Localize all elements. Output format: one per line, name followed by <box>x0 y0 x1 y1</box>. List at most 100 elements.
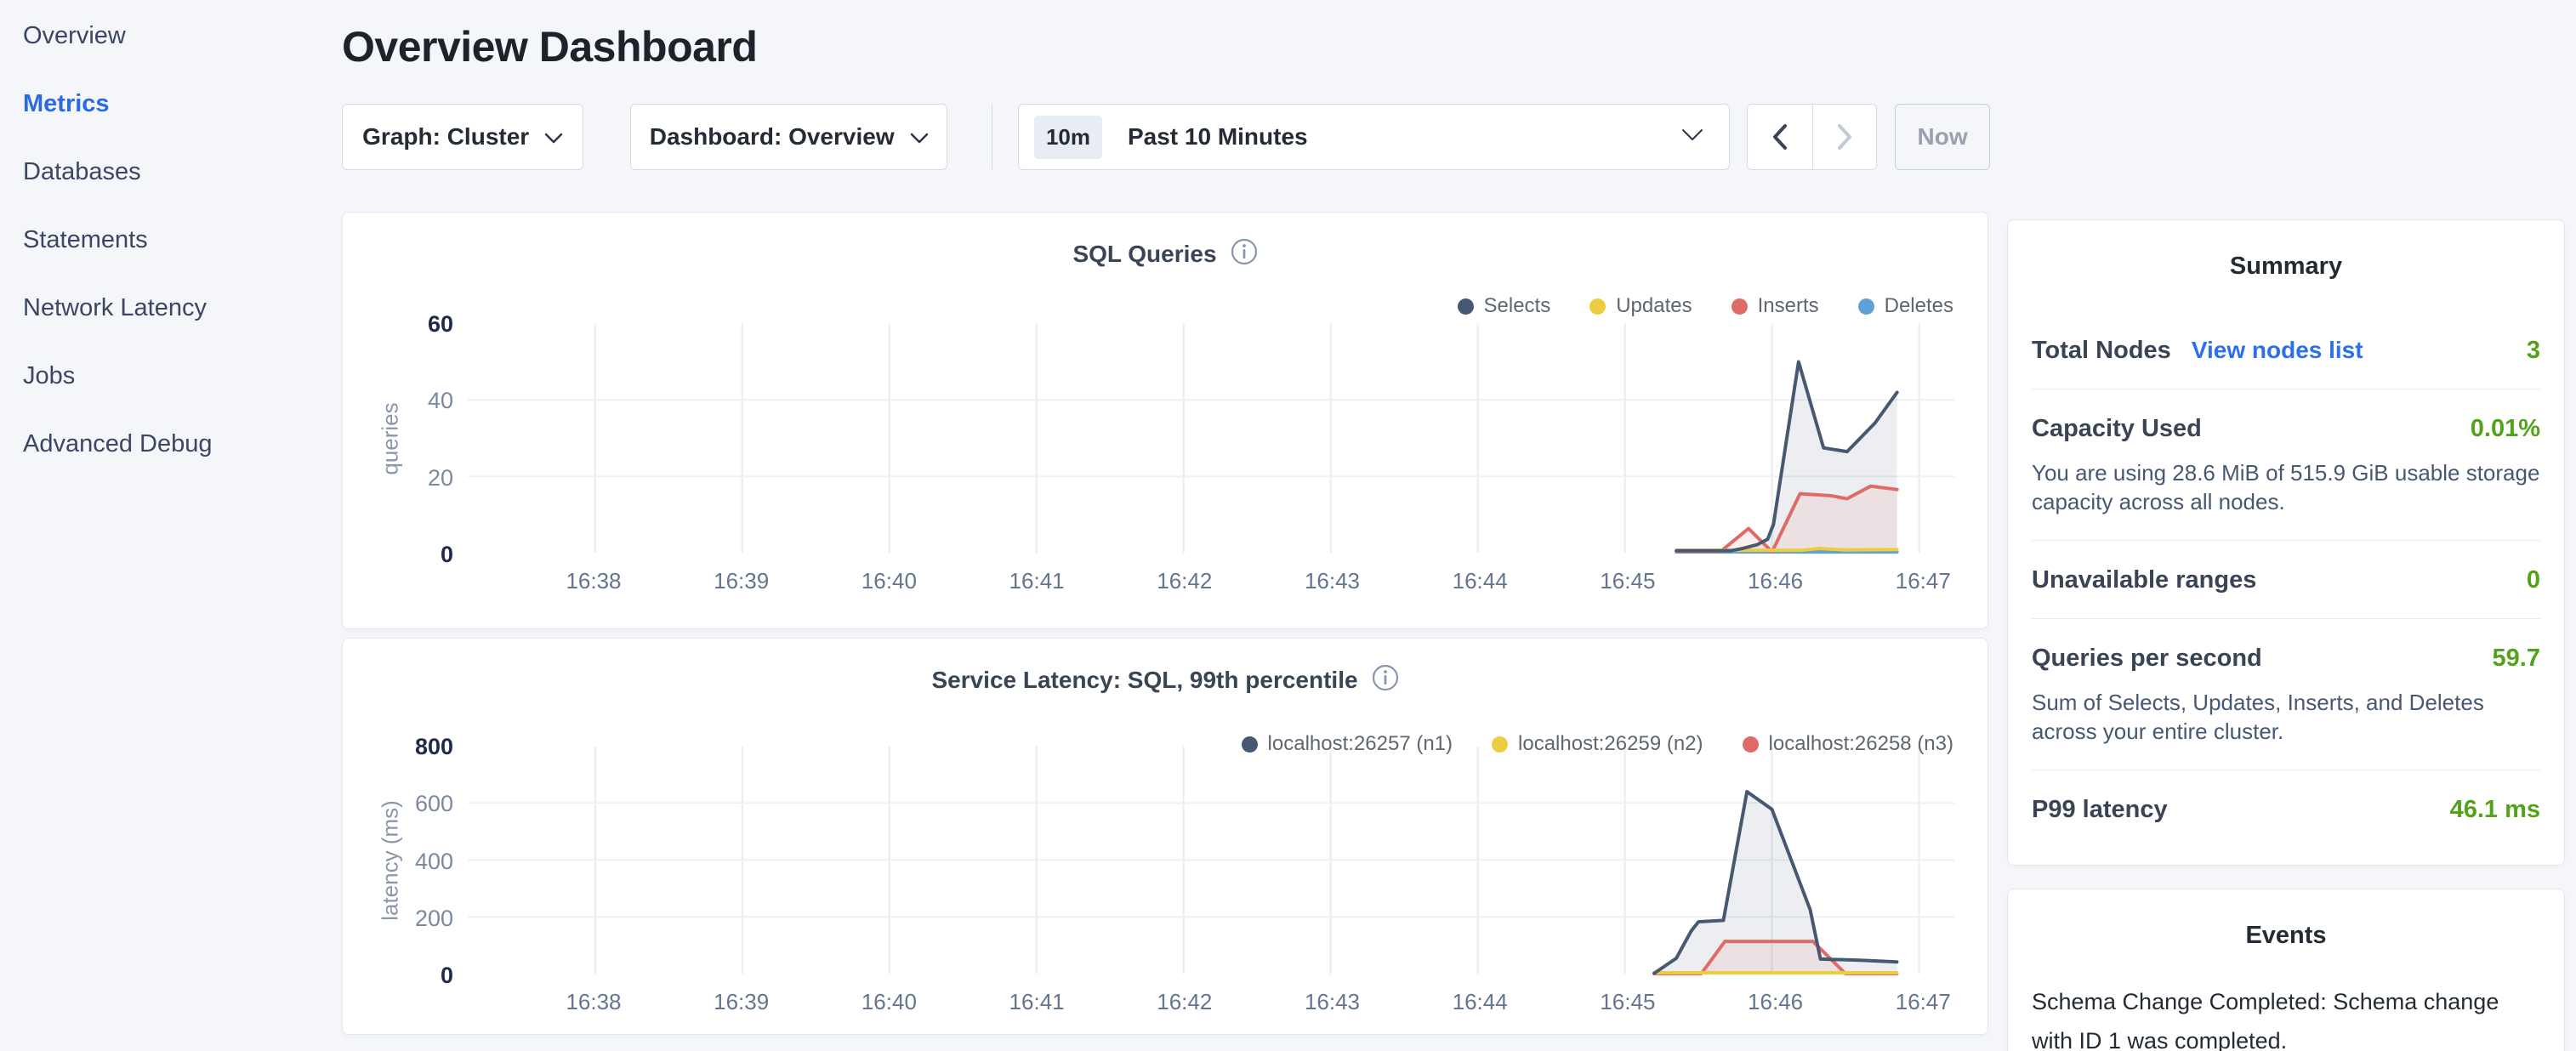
capacity-used-label: Capacity Used <box>2032 415 2202 443</box>
legend-label: Deletes <box>1885 294 1953 318</box>
x-axis-tick: 16:40 <box>821 989 957 1015</box>
page-title: Overview Dashboard <box>342 22 1990 71</box>
x-axis-tick: 16:43 <box>1265 989 1401 1015</box>
service-latency-chart-card: Service Latency: SQL, 99th percentile lo… <box>342 638 1988 1035</box>
sidebar-item-advanced-debug[interactable]: Advanced Debug <box>23 425 340 493</box>
legend-label: localhost:26259 (n2) <box>1518 732 1703 756</box>
x-axis-tick: 16:41 <box>969 989 1105 1015</box>
events-panel: Events Schema Change Completed: Schema c… <box>2007 889 2565 1051</box>
x-axis-tick: 16:39 <box>674 568 810 594</box>
p99-latency-value: 46.1 ms <box>2450 796 2540 824</box>
p99-latency-label: P99 latency <box>2032 796 2168 824</box>
x-axis-tick: 16:44 <box>1412 568 1548 594</box>
y-axis-tick: 20 <box>377 465 453 491</box>
queries-per-second-value: 59.7 <box>2493 645 2540 673</box>
sql-queries-plot[interactable] <box>343 213 1987 628</box>
sidebar-item-overview[interactable]: Overview <box>23 17 340 85</box>
sidebar-item-jobs[interactable]: Jobs <box>23 357 340 425</box>
dashboard-dropdown[interactable]: Dashboard: Overview <box>630 104 947 170</box>
legend-label: localhost:26258 (n3) <box>1769 732 1953 756</box>
right-sidebar: Summary Total Nodes View nodes list 3 Ca… <box>2007 0 2565 1051</box>
capacity-used-value: 0.01% <box>2471 415 2540 443</box>
legend-item-inserts[interactable]: Inserts <box>1732 294 1819 318</box>
queries-per-second-desc: Sum of Selects, Updates, Inserts, and De… <box>2032 688 2540 746</box>
x-axis-tick: 16:47 <box>1855 989 1991 1015</box>
unavailable-ranges-value: 0 <box>2527 566 2540 594</box>
summary-row-capacity-used: Capacity Used 0.01% You are using 28.6 M… <box>2032 389 2540 541</box>
legend-item-deletes[interactable]: Deletes <box>1858 294 1953 318</box>
y-axis-tick: 400 <box>377 849 453 875</box>
toolbar: Graph: Cluster Dashboard: Overview 10m P… <box>340 104 1990 170</box>
summary-row-p99-latency: P99 latency 46.1 ms <box>2032 770 2540 848</box>
legend-dot-icon <box>1492 736 1508 753</box>
graph-dropdown[interactable]: Graph: Cluster <box>342 104 583 170</box>
sidebar-item-network-latency[interactable]: Network Latency <box>23 289 340 357</box>
chevron-right-icon <box>1835 122 1854 151</box>
chevron-down-icon <box>910 123 929 151</box>
x-axis-tick: 16:44 <box>1412 989 1548 1015</box>
unavailable-ranges-label: Unavailable ranges <box>2032 566 2256 594</box>
x-axis-tick: 16:42 <box>1117 989 1253 1015</box>
sidebar-item-databases[interactable]: Databases <box>23 153 340 221</box>
x-axis-tick: 16:38 <box>526 568 662 594</box>
service-latency-plot[interactable] <box>343 639 1987 1034</box>
y-axis-tick: 200 <box>377 906 453 932</box>
main-content: Overview Dashboard Graph: Cluster Dashbo… <box>340 0 1990 1035</box>
chevron-down-icon <box>1681 128 1703 146</box>
summary-row-queries-per-second: Queries per second 59.7 Sum of Selects, … <box>2032 619 2540 770</box>
legend-label: Inserts <box>1758 294 1819 318</box>
legend-label: Updates <box>1616 294 1692 318</box>
graph-dropdown-label: Graph: Cluster <box>362 123 529 151</box>
dashboard-dropdown-label: Dashboard: Overview <box>650 123 895 151</box>
summary-row-unavailable-ranges: Unavailable ranges 0 <box>2032 541 2540 619</box>
legend-item-selects[interactable]: Selects <box>1458 294 1551 318</box>
x-axis-tick: 16:47 <box>1855 568 1991 594</box>
summary-row-total-nodes: Total Nodes View nodes list 3 <box>2032 311 2540 389</box>
sidebar-item-metrics[interactable]: Metrics <box>23 85 340 153</box>
legend-label: Selects <box>1484 294 1551 318</box>
legend-item-localhost-26258-n3-[interactable]: localhost:26258 (n3) <box>1743 732 1953 756</box>
chart-legend: localhost:26257 (n1) localhost:26259 (n2)… <box>1242 732 1953 756</box>
legend-dot-icon <box>1589 298 1606 315</box>
time-forward-button[interactable] <box>1812 105 1877 169</box>
event-text: Schema Change Completed: Schema change w… <box>2032 982 2540 1051</box>
legend-label: localhost:26257 (n1) <box>1268 732 1453 756</box>
x-axis-tick: 16:41 <box>969 568 1105 594</box>
sidebar: OverviewMetricsDatabasesStatementsNetwor… <box>0 0 340 1051</box>
now-button[interactable]: Now <box>1895 104 1990 170</box>
legend-item-localhost-26259-n2-[interactable]: localhost:26259 (n2) <box>1492 732 1703 756</box>
y-axis-tick: 60 <box>377 311 453 338</box>
time-range-label: Past 10 Minutes <box>1128 123 1681 151</box>
x-axis-tick: 16:42 <box>1117 568 1253 594</box>
x-axis-tick: 16:38 <box>526 989 662 1015</box>
event-list-item[interactable]: Schema Change Completed: Schema change w… <box>2032 982 2540 1051</box>
view-nodes-list-link[interactable]: View nodes list <box>2192 337 2363 364</box>
time-back-button[interactable] <box>1748 105 1811 169</box>
sidebar-item-statements[interactable]: Statements <box>23 221 340 289</box>
time-pager <box>1747 104 1877 170</box>
time-range-picker[interactable]: 10m Past 10 Minutes <box>1018 104 1730 170</box>
legend-dot-icon <box>1858 298 1874 315</box>
events-title: Events <box>2032 889 2540 950</box>
x-axis-tick: 16:45 <box>1560 989 1696 1015</box>
legend-dot-icon <box>1732 298 1748 315</box>
legend-dot-icon <box>1242 736 1258 753</box>
legend-item-updates[interactable]: Updates <box>1589 294 1692 318</box>
summary-title: Summary <box>2032 220 2540 281</box>
total-nodes-label: Total Nodes <box>2032 337 2171 365</box>
total-nodes-value: 3 <box>2527 337 2540 365</box>
chevron-down-icon <box>544 123 563 151</box>
y-axis-tick: 40 <box>377 388 453 414</box>
x-axis-tick: 16:45 <box>1560 568 1696 594</box>
y-axis-tick: 800 <box>377 734 453 760</box>
time-range-badge: 10m <box>1034 116 1102 159</box>
legend-dot-icon <box>1458 298 1474 315</box>
legend-item-localhost-26257-n1-[interactable]: localhost:26257 (n1) <box>1242 732 1453 756</box>
y-axis-tick: 0 <box>377 963 453 989</box>
x-axis-tick: 16:43 <box>1265 568 1401 594</box>
summary-panel: Summary Total Nodes View nodes list 3 Ca… <box>2007 219 2565 866</box>
x-axis-tick: 16:46 <box>1708 568 1844 594</box>
chevron-left-icon <box>1771 122 1789 151</box>
sql-queries-chart-card: SQL Queries SelectsUpdatesInsertsDeletes… <box>342 212 1988 629</box>
queries-per-second-label: Queries per second <box>2032 645 2262 673</box>
